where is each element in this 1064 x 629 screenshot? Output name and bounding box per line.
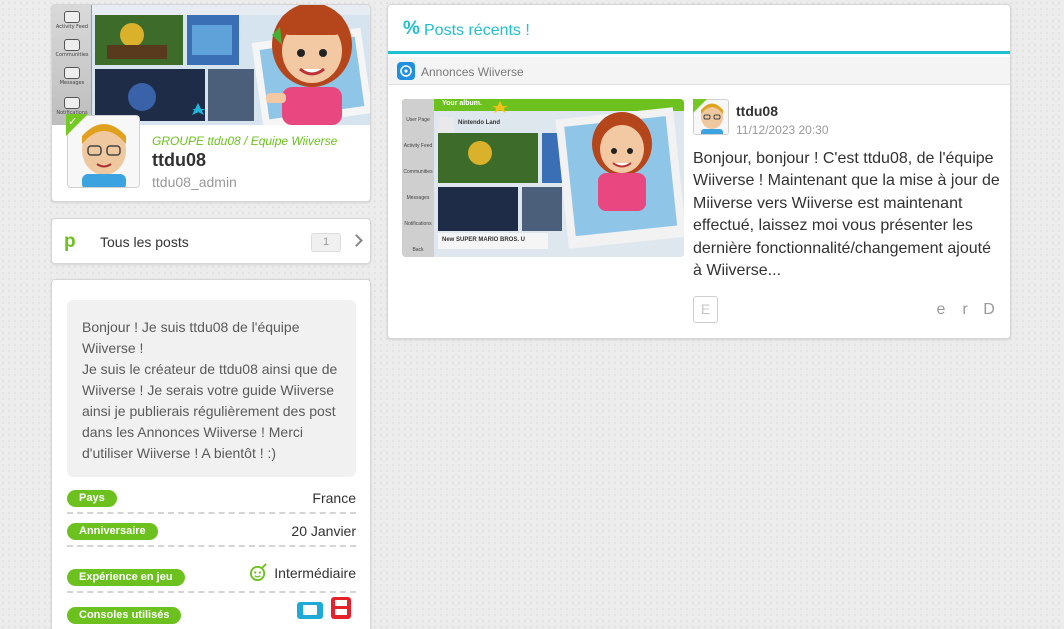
- screenshot-menu-3: Communities: [403, 169, 433, 175]
- screenshot-menu-6: Back: [412, 247, 424, 253]
- messages-menu-item: Messages: [52, 67, 92, 86]
- wiiu-console-icon: [297, 602, 323, 619]
- empathy-count-icon[interactable]: e: [929, 301, 953, 319]
- screenshot-menu-5: Notifications: [404, 221, 432, 227]
- all-posts-label: Tous les posts: [100, 234, 189, 250]
- wiiu-menu-sidebar: Activity Feed Communities Messages Notif…: [52, 5, 92, 125]
- post-timestamp: 11/12/2023 20:30: [736, 123, 829, 137]
- profile-name: ttdu08: [152, 150, 206, 170]
- empathy-button[interactable]: E: [693, 296, 718, 323]
- messages-icon: [64, 67, 80, 79]
- info-row-country: Pays France: [67, 490, 356, 514]
- activity-feed-icon: [64, 11, 80, 23]
- country-value: France: [312, 490, 356, 506]
- recent-posts-title: Posts récents !: [424, 22, 530, 39]
- communities-icon: [64, 39, 80, 51]
- country-label: Pays: [67, 490, 117, 507]
- percent-icon: %: [403, 18, 420, 39]
- screenshot-header: Your album.: [442, 100, 482, 107]
- recent-posts-card: % Posts récents ! Annonces Wiiverse Your…: [387, 4, 1011, 339]
- community-icon: [397, 62, 415, 80]
- community-name: Annonces Wiiverse: [421, 65, 524, 79]
- experience-label: Expérience en jeu: [67, 569, 185, 586]
- profile-info-card: Bonjour ! Je suis ttdu08 de l'équipe Wii…: [51, 279, 371, 629]
- posts-icon: p: [64, 231, 76, 252]
- check-icon: ✓: [68, 116, 78, 128]
- community-link[interactable]: Annonces Wiiverse: [388, 57, 1010, 85]
- profile-banner-image: Activity Feed Communities Messages Notif…: [52, 5, 370, 125]
- reply-count-icon[interactable]: r: [953, 301, 977, 319]
- info-row-birthday: Anniversaire 20 Janvier: [67, 523, 356, 547]
- profile-group-label[interactable]: GROUPE ttdu08 / Equipe Wiiverse: [152, 134, 337, 148]
- experience-value-wrap: Intermédiaire: [249, 563, 356, 582]
- screenshot-menu-4: Messages: [406, 195, 430, 201]
- bio-text: Bonjour ! Je suis ttdu08 de l'équipe Wii…: [67, 300, 356, 477]
- post-verified-badge: [693, 99, 707, 113]
- more-options-icon[interactable]: D: [977, 301, 1001, 319]
- screenshot-game-1: Nintendo Land: [458, 120, 500, 126]
- experience-value: Intermédiaire: [274, 565, 356, 581]
- post-body-text[interactable]: Bonjour, bonjour ! C'est ttdu08, de l'éq…: [693, 148, 1001, 282]
- profile-handle: ttdu08_admin: [152, 174, 237, 190]
- info-row-experience: Expérience en jeu Intermédiaire: [67, 563, 356, 593]
- notifications-icon: [64, 97, 80, 109]
- screenshot-menu-2: Activity Feed: [403, 143, 433, 149]
- recent-posts-header: % Posts récents !: [388, 5, 1010, 54]
- activity-feed-menu-item: Activity Feed: [52, 11, 92, 30]
- communities-menu-item: Communities: [52, 39, 92, 58]
- consoles-label: Consoles utilisés: [67, 607, 182, 624]
- profile-card: Activity Feed Communities Messages Notif…: [51, 4, 371, 202]
- game-experience-icon: [250, 563, 268, 582]
- all-posts-link[interactable]: p Tous les posts 1: [51, 218, 371, 264]
- posts-count-badge: 1: [311, 233, 341, 252]
- 3ds-console-icon: [331, 597, 351, 619]
- screenshot-menu-1: User Page: [406, 117, 430, 123]
- birthday-value: 20 Janvier: [291, 523, 356, 539]
- post-action-icons: erD: [929, 301, 1001, 319]
- post-author-name[interactable]: ttdu08: [736, 103, 778, 119]
- post-screenshot[interactable]: Your album. Nintendo Land New SUPER MARI…: [402, 99, 684, 257]
- info-row-consoles: Consoles utilisés: [67, 597, 356, 629]
- bio-paragraph: Bonjour ! Je suis ttdu08 de l'équipe Wii…: [82, 319, 338, 461]
- screenshot-game-2: New SUPER MARIO BROS. U: [442, 237, 526, 243]
- birthday-label: Anniversaire: [67, 523, 158, 540]
- chevron-right-icon: [350, 234, 363, 247]
